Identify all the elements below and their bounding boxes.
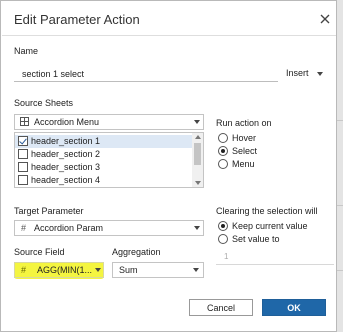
radio-hover-label: Hover (232, 133, 257, 143)
dashboard-icon (20, 117, 29, 126)
sheet-label: header_section 1 (31, 136, 101, 146)
insert-button[interactable]: Insert (286, 68, 309, 78)
clearing-label: Clearing the selection will (216, 206, 318, 216)
sheet-label: header_section 4 (31, 175, 101, 185)
background-window (337, 0, 343, 332)
list-item[interactable]: header_section 1 (15, 135, 193, 148)
radio-keep-current-value[interactable] (218, 221, 228, 231)
name-field[interactable] (14, 66, 278, 82)
radio-select-label: Select (232, 146, 258, 156)
source-field-dropdown[interactable]: # AGG(MIN(1... (14, 262, 104, 278)
radio-hover[interactable] (218, 133, 228, 143)
scroll-down-icon[interactable] (195, 181, 201, 185)
aggregation-label: Aggregation (112, 247, 161, 257)
scroll-up-icon[interactable] (195, 135, 201, 139)
background-divider (337, 270, 343, 271)
title-separator (2, 35, 336, 36)
background-divider (337, 120, 343, 121)
number-param-icon: # (21, 223, 27, 233)
target-parameter-value: Accordion Param (34, 223, 104, 233)
list-scrollbar[interactable] (192, 133, 203, 187)
target-parameter-dropdown[interactable]: # Accordion Param (14, 220, 204, 236)
radio-set-value-to[interactable] (218, 234, 228, 244)
radio-select[interactable] (218, 146, 228, 156)
sheet-checkbox[interactable] (18, 175, 28, 185)
list-item[interactable]: header_section 4 (15, 174, 193, 187)
scrollbar-thumb[interactable] (194, 143, 201, 165)
number-field-icon: # (21, 265, 27, 275)
radio-set-value-to-label: Set value to (232, 234, 280, 244)
radio-menu[interactable] (218, 159, 228, 169)
sheet-label: header_section 3 (31, 162, 101, 172)
list-item[interactable]: header_section 2 (15, 148, 193, 161)
ok-button[interactable]: OK (262, 299, 326, 316)
dialog-title: Edit Parameter Action (14, 12, 140, 27)
set-value-field[interactable] (216, 249, 334, 265)
target-parameter-label: Target Parameter (14, 206, 84, 216)
source-sheets-list: header_section 1 header_section 2 header… (14, 132, 204, 188)
list-item[interactable]: header_section 3 (15, 161, 193, 174)
sheet-label: header_section 2 (31, 149, 101, 159)
name-label: Name (14, 46, 39, 56)
sheet-checkbox[interactable] (18, 149, 28, 159)
radio-menu-label: Menu (232, 159, 255, 169)
chevron-down-icon[interactable] (193, 268, 199, 272)
source-field-label: Source Field (14, 247, 65, 257)
background-divider (337, 205, 343, 206)
source-sheets-label: Source Sheets (14, 98, 74, 108)
radio-keep-current-value-label: Keep current value (232, 221, 308, 231)
close-icon[interactable] (317, 11, 333, 27)
aggregation-dropdown[interactable]: Sum (112, 262, 204, 278)
sheet-checkbox[interactable] (18, 162, 28, 172)
source-field-value: AGG(MIN(1... (37, 265, 93, 275)
chevron-down-icon[interactable] (317, 72, 323, 76)
cancel-button[interactable]: Cancel (189, 299, 253, 316)
chevron-down-icon[interactable] (95, 268, 101, 272)
aggregation-value: Sum (119, 265, 138, 275)
chevron-down-icon[interactable] (194, 226, 200, 230)
source-sheets-value: Accordion Menu (34, 117, 100, 127)
sheet-checkbox[interactable] (18, 136, 28, 146)
chevron-down-icon[interactable] (194, 120, 200, 124)
edit-parameter-action-dialog: Edit Parameter Action Name Insert Source… (0, 0, 337, 332)
source-sheets-dropdown[interactable]: Accordion Menu (14, 114, 204, 130)
run-action-on-label: Run action on (216, 118, 272, 128)
